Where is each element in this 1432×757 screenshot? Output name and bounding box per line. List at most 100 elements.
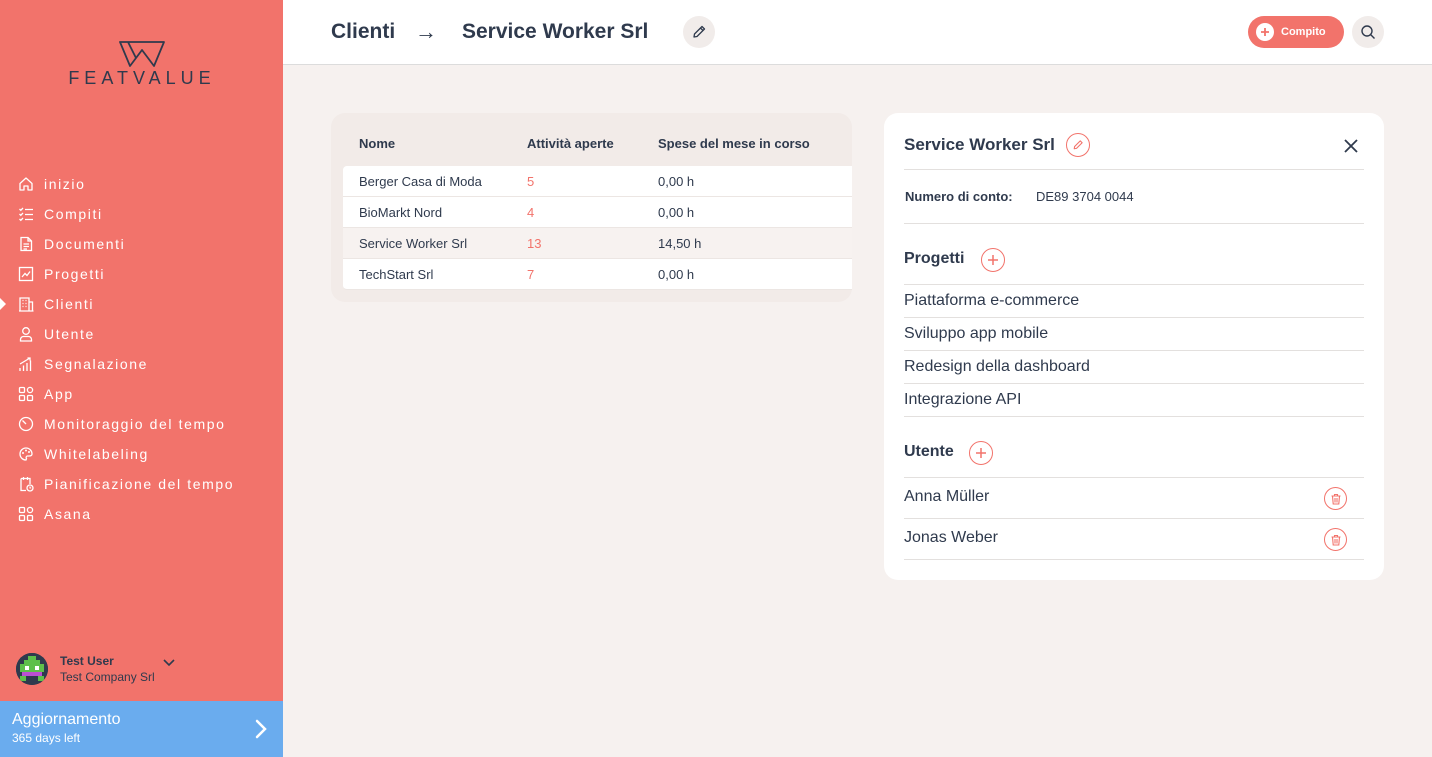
search-button[interactable] [1352,16,1384,48]
sidebar-item-clienti[interactable]: Clienti [0,289,283,319]
reporting-icon [17,355,35,373]
project-item[interactable]: Redesign della dashboard [904,350,1364,383]
project-item[interactable]: Integrazione API [904,383,1364,416]
add-project-button[interactable] [981,248,1005,272]
table-body: Berger Casa di Moda 5 0,00 h BioMarkt No… [343,166,852,290]
users-section-title: Utente [904,443,954,460]
project-item[interactable]: Sviluppo app mobile [904,317,1364,350]
table-row[interactable]: Berger Casa di Moda 5 0,00 h [343,166,852,197]
documents-icon [17,235,35,253]
avatar [16,653,48,685]
user-menu[interactable]: Test User Test Company Srl [16,652,276,686]
page-title: Service Worker Srl [462,20,649,43]
timer-icon [17,415,35,433]
top-header: Clienti → Service Worker Srl Compito [283,0,1432,65]
cell-expenses: 0,00 h [658,174,695,189]
table-row[interactable]: BioMarkt Nord 4 0,00 h [343,197,852,228]
pencil-icon [1073,140,1083,150]
upgrade-days-left: 365 days left [12,731,81,745]
search-icon [1361,25,1375,39]
cell-open-tasks: 13 [527,236,542,251]
sidebar-item-documenti[interactable]: Documenti [0,229,283,259]
breadcrumb-clients[interactable]: Clienti [331,20,395,44]
apps-icon [17,385,35,403]
cell-open-tasks: 7 [527,267,535,282]
logo[interactable]: FEATVALUE [56,40,228,90]
whitelabel-icon [17,445,35,463]
project-name: Integrazione API [904,391,1022,408]
plus-icon [976,448,986,458]
column-header-monthly-expenses[interactable]: Spese del mese in corso [658,136,810,151]
sidebar-item-inizio[interactable]: inizio [0,169,283,199]
sidebar-item-monitoraggio[interactable]: Monitoraggio del tempo [0,409,283,439]
sidebar-item-label: Asana [44,506,92,522]
sidebar-item-compiti[interactable]: Compiti [0,199,283,229]
logo-mark-icon [119,41,165,67]
remove-user-button[interactable] [1324,487,1347,510]
projects-icon [17,265,35,283]
cell-expenses: 14,50 h [658,236,702,251]
project-item[interactable]: Piattaforma e-commerce [904,284,1364,317]
cell-open-tasks: 5 [527,174,535,189]
plus-icon [1256,23,1274,41]
pixel-avatar-icon [16,653,48,685]
sidebar-item-whitelabeling[interactable]: Whitelabeling [0,439,283,469]
sidebar-item-label: Progetti [44,266,106,282]
chevron-down-icon[interactable] [163,654,175,672]
edit-client-name-button[interactable] [1066,133,1090,157]
home-icon [17,175,35,193]
user-item: Anna Müller [904,477,1364,518]
user-icon [17,325,35,343]
sidebar-item-segnalazione[interactable]: Segnalazione [0,349,283,379]
add-task-label: Compito [1281,26,1326,38]
sidebar-item-label: Pianificazione del tempo [44,476,235,492]
cell-name: Berger Casa di Moda [359,174,482,189]
tasks-icon [17,205,35,223]
sidebar-item-label: Documenti [44,236,126,252]
projects-section-title: Progetti [904,250,965,267]
sidebar-item-label: Whitelabeling [44,446,149,462]
cell-expenses: 0,00 h [658,267,695,282]
project-name: Redesign della dashboard [904,358,1090,375]
remove-user-button[interactable] [1324,528,1347,551]
user-item-name: Jonas Weber [904,529,998,546]
close-icon [1344,139,1358,153]
column-header-open-tasks[interactable]: Attività aperte [527,136,614,151]
sidebar-item-progetti[interactable]: Progetti [0,259,283,289]
sidebar-item-label: inizio [44,176,86,192]
cell-name: BioMarkt Nord [359,205,443,220]
add-user-button[interactable] [969,441,993,465]
sidebar-item-label: Segnalazione [44,356,149,372]
column-header-name[interactable]: Nome [359,136,395,151]
sidebar-item-label: App [44,386,74,402]
sidebar-item-pianificazione[interactable]: Pianificazione del tempo [0,469,283,499]
account-number-label: Numero di conto: [905,189,1013,204]
upgrade-banner[interactable]: Aggiornamento 365 days left [0,701,283,757]
table-row[interactable]: TechStart Srl 7 0,00 h [343,259,852,290]
logo-text: FEATVALUE [68,68,216,88]
account-number-value: DE89 3704 0044 [1036,189,1134,204]
client-detail-panel: Service Worker Srl Numero di conto: DE89… [884,113,1384,580]
sidebar-item-asana[interactable]: Asana [0,499,283,529]
divider [904,169,1364,170]
sidebar-item-app[interactable]: App [0,379,283,409]
trash-icon [1331,493,1340,505]
close-panel-button[interactable] [1340,135,1362,157]
cell-open-tasks: 4 [527,205,535,220]
add-task-button[interactable]: Compito [1248,16,1344,48]
project-name: Sviluppo app mobile [904,325,1049,342]
divider [904,416,1364,417]
sidebar: FEATVALUE inizio Compiti Documenti Proge… [0,0,283,757]
table-row-selected[interactable]: Service Worker Srl 13 14,50 h [343,228,852,259]
user-name: Test User [60,654,114,668]
sidebar-item-utente[interactable]: Utente [0,319,283,349]
sidebar-nav: inizio Compiti Documenti Progetti Client… [0,169,283,529]
user-item-name: Anna Müller [904,488,990,505]
plus-icon [988,255,998,265]
asana-icon [17,505,35,523]
project-name: Piattaforma e-commerce [904,292,1080,309]
clients-table: Nome Attività aperte Spese del mese in c… [331,113,852,302]
sidebar-item-label: Monitoraggio del tempo [44,416,226,432]
edit-client-button[interactable] [683,16,715,48]
trash-icon [1331,534,1340,546]
